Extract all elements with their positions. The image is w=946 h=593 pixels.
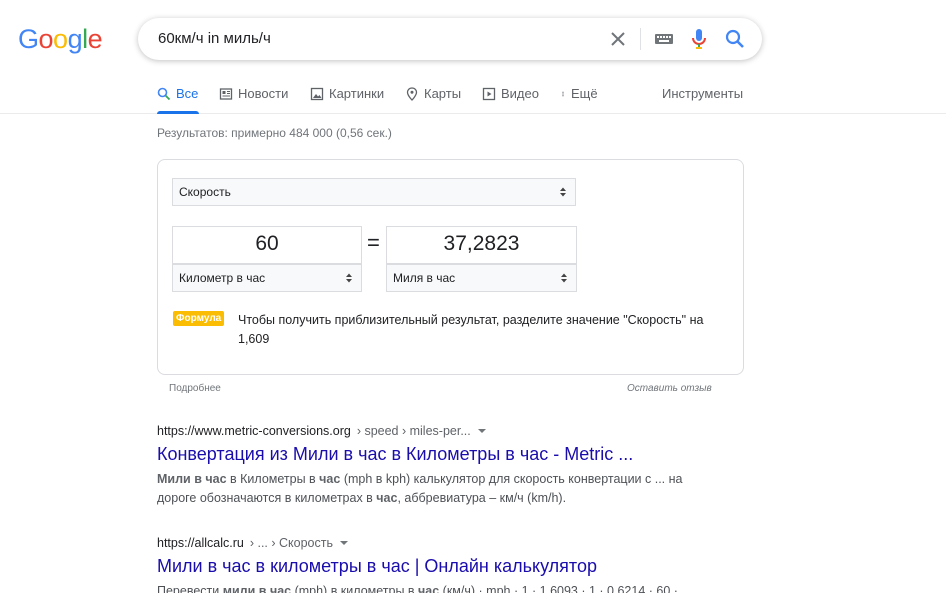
logo-letter: e: [87, 24, 103, 54]
tab-images[interactable]: Картинки: [310, 86, 384, 101]
updown-arrow-icon: [560, 187, 566, 197]
tab-all[interactable]: Все: [157, 86, 198, 101]
updown-arrow-icon: [561, 273, 567, 283]
result-path: › speed › miles-per...: [356, 424, 471, 438]
equals-sign: =: [367, 230, 380, 255]
result-path: › ... › Скорость: [249, 536, 333, 550]
tab-video[interactable]: Видео: [482, 86, 539, 101]
tab-maps[interactable]: Карты: [405, 86, 461, 101]
search-result: https://allcalc.ru › ... › Скорость Мили…: [157, 536, 717, 593]
from-unit-select[interactable]: Километр в час: [172, 264, 362, 292]
map-pin-icon: [406, 86, 418, 101]
from-value-input[interactable]: 60: [172, 226, 362, 264]
play-icon: [482, 87, 496, 100]
tab-more[interactable]: Ещё: [560, 86, 598, 101]
tab-label: Все: [176, 86, 199, 101]
result-domain: https://allcalc.ru: [157, 536, 244, 550]
formula-badge: Формула: [173, 311, 225, 326]
formula-text: Чтобы получить приблизительный результат…: [238, 313, 704, 346]
caret-down-icon[interactable]: [477, 426, 487, 436]
to-unit-value: Миля в час: [393, 271, 456, 285]
logo-letter: o: [38, 24, 54, 54]
snippet-highlight: мили: [222, 584, 256, 593]
tab-label: Картинки: [329, 86, 385, 101]
newspaper-icon: [219, 87, 233, 100]
snippet-highlight: в час: [258, 584, 292, 593]
snippet-highlight: час: [319, 472, 341, 486]
snippet-highlight: в час: [194, 472, 227, 486]
result-url[interactable]: https://www.metric-conversions.org › spe…: [157, 424, 717, 438]
result-stats: Результатов: примерно 484 000 (0,56 сек.…: [157, 126, 392, 140]
tab-news[interactable]: Новости: [219, 86, 288, 101]
tab-label: Видео: [501, 86, 539, 101]
tab-label: Новости: [238, 86, 289, 101]
updown-arrow-icon: [346, 273, 352, 283]
tab-label: Ещё: [571, 86, 598, 101]
category-select[interactable]: Скорость: [172, 178, 576, 206]
logo-letter: g: [67, 24, 83, 54]
caret-down-icon[interactable]: [339, 538, 349, 548]
clear-icon[interactable]: [606, 27, 630, 51]
google-logo[interactable]: Google: [18, 24, 103, 54]
active-tab-indicator: [157, 111, 199, 114]
feedback-link[interactable]: Оставить отзыв: [627, 383, 712, 394]
search-input[interactable]: 60км/ч in миль/ч: [158, 30, 271, 47]
result-title-link[interactable]: Конвертация из Мили в час в Километры в …: [157, 444, 717, 465]
result-snippet: Перевести мили в час (mph) в километры в…: [157, 582, 717, 593]
microphone-icon[interactable]: [690, 27, 708, 51]
result-url[interactable]: https://allcalc.ru › ... › Скорость: [157, 536, 717, 550]
search-result: https://www.metric-conversions.org › spe…: [157, 424, 717, 508]
keyboard-icon[interactable]: [654, 30, 674, 48]
search-box[interactable]: 60км/ч in миль/ч: [138, 18, 762, 60]
logo-letter: o: [53, 24, 68, 54]
to-value-input[interactable]: 37,2823: [386, 226, 577, 264]
search-icon: [157, 87, 171, 100]
category-value: Скорость: [179, 185, 231, 199]
snippet-highlight: час: [418, 584, 440, 593]
result-snippet: Мили в час в Километры в час (mph в kph)…: [157, 472, 683, 505]
search-tabs: Все Новости Картинки Карты Видео Ещё Инс…: [0, 80, 946, 114]
search-divider: [640, 28, 641, 50]
more-info-link[interactable]: Подробнее: [169, 383, 221, 394]
snippet-highlight: час: [376, 491, 398, 505]
search-icon[interactable]: [724, 28, 746, 50]
logo-letter: G: [18, 24, 39, 54]
tools-button[interactable]: Инструменты: [662, 86, 743, 101]
result-title-link[interactable]: Мили в час в километры в час | Онлайн ка…: [157, 556, 717, 577]
result-domain: https://www.metric-conversions.org: [157, 424, 351, 438]
snippet-highlight: Мили: [157, 472, 191, 486]
from-unit-value: Километр в час: [179, 271, 266, 285]
image-icon: [310, 87, 324, 100]
tab-label: Карты: [424, 86, 462, 101]
to-unit-select[interactable]: Миля в час: [386, 264, 577, 292]
more-vert-icon: [562, 91, 564, 96]
